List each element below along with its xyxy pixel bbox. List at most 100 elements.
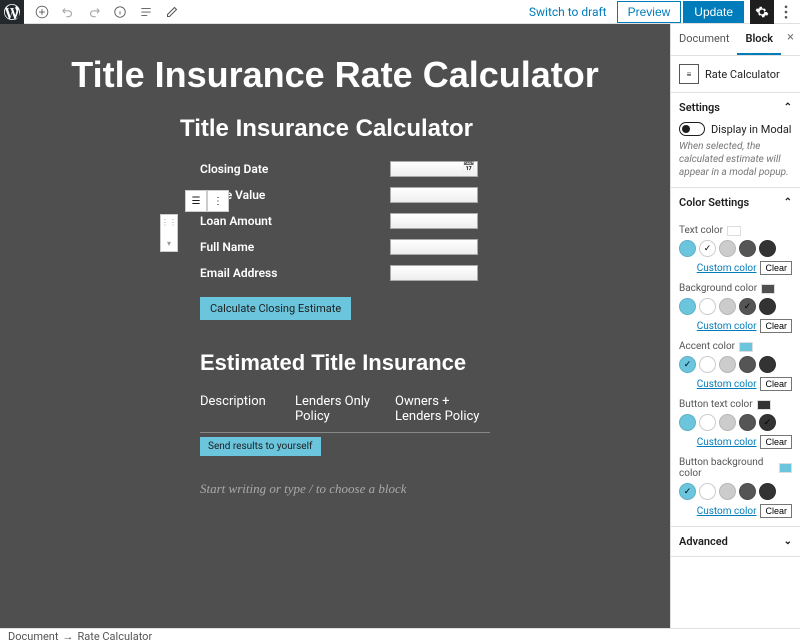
color-swatch[interactable] — [719, 298, 736, 315]
clear-color-button[interactable]: Clear — [760, 261, 792, 275]
tab-document[interactable]: Document — [671, 24, 737, 55]
tab-block[interactable]: Block — [737, 24, 781, 55]
color-swatch[interactable] — [719, 483, 736, 500]
color-group-label: Background color — [679, 283, 757, 294]
color-swatch[interactable] — [699, 414, 716, 431]
color-swatch[interactable] — [759, 298, 776, 315]
color-swatch[interactable] — [699, 356, 716, 373]
block-appender[interactable]: Start writing or type / to choose a bloc… — [200, 481, 630, 497]
closing-date-label: Closing Date — [200, 162, 390, 176]
advanced-panel-toggle[interactable]: Advanced⌄ — [679, 535, 792, 548]
close-sidebar-icon[interactable]: × — [787, 30, 794, 45]
settings-sidebar: Document Block × ≡ Rate Calculator Setti… — [670, 24, 800, 628]
clear-color-button[interactable]: Clear — [760, 319, 792, 333]
custom-color-link[interactable]: Custom color — [697, 379, 757, 390]
color-group-label: Button text color — [679, 399, 753, 410]
redo-icon[interactable] — [84, 2, 104, 22]
table-header-lenders: Lenders Only Policy — [295, 394, 395, 424]
breadcrumb-block[interactable]: Rate Calculator — [77, 630, 152, 643]
chevron-up-icon: ⌃ — [784, 197, 792, 208]
send-results-button[interactable]: Send results to yourself — [200, 437, 321, 456]
table-header-owners: Owners + Lenders Policy — [395, 394, 490, 424]
calculate-button[interactable]: Calculate Closing Estimate — [200, 297, 351, 320]
closing-date-input[interactable] — [390, 161, 478, 177]
full-name-input[interactable] — [390, 239, 478, 255]
add-block-icon[interactable] — [32, 2, 52, 22]
current-color-swatch — [779, 463, 792, 473]
table-header-description: Description — [200, 394, 295, 424]
block-toolbar: ☰ ⋮ — [185, 190, 229, 212]
editor-canvas[interactable]: Title Insurance Rate Calculator ☰ ⋮ ⋮⋮▾ … — [0, 24, 670, 628]
color-swatch[interactable] — [719, 414, 736, 431]
color-swatch[interactable] — [719, 356, 736, 373]
preview-button[interactable]: Preview — [617, 1, 682, 23]
block-more-icon[interactable]: ⋮ — [207, 190, 229, 212]
breadcrumb: Document → Rate Calculator — [0, 628, 800, 644]
update-button[interactable]: Update — [683, 1, 744, 23]
color-swatch[interactable] — [739, 356, 756, 373]
color-swatch[interactable] — [739, 298, 756, 315]
block-card-title: Rate Calculator — [705, 68, 780, 81]
color-swatch[interactable] — [719, 240, 736, 257]
page-title[interactable]: Title Insurance Rate Calculator — [40, 54, 630, 95]
block-card-icon: ≡ — [679, 64, 699, 84]
calculator-title: Title Insurance Calculator — [180, 115, 630, 143]
color-swatch[interactable] — [699, 483, 716, 500]
results-table: Description Lenders Only Policy Owners +… — [200, 394, 490, 433]
breadcrumb-document[interactable]: Document — [8, 630, 58, 643]
color-swatch[interactable] — [739, 483, 756, 500]
color-swatch[interactable] — [699, 298, 716, 315]
color-swatch[interactable] — [759, 414, 776, 431]
switch-to-draft-button[interactable]: Switch to draft — [521, 1, 615, 23]
info-icon[interactable] — [110, 2, 130, 22]
current-color-swatch — [727, 226, 741, 236]
color-swatch[interactable] — [679, 240, 696, 257]
color-swatch[interactable] — [679, 298, 696, 315]
color-swatch[interactable] — [679, 414, 696, 431]
settings-gear-icon[interactable] — [750, 0, 774, 24]
custom-color-link[interactable]: Custom color — [697, 437, 757, 448]
editor-topbar: Switch to draft Preview Update — [0, 0, 800, 24]
custom-color-link[interactable]: Custom color — [697, 506, 757, 517]
home-value-input[interactable] — [390, 187, 478, 203]
custom-color-link[interactable]: Custom color — [697, 321, 757, 332]
color-group-label: Text color — [679, 225, 723, 236]
more-options-icon[interactable] — [776, 0, 796, 24]
display-modal-toggle[interactable] — [679, 122, 705, 136]
color-swatch[interactable] — [739, 240, 756, 257]
wordpress-logo[interactable] — [0, 0, 24, 24]
loan-amount-label: Loan Amount — [200, 214, 390, 228]
outline-icon[interactable] — [136, 2, 156, 22]
clear-color-button[interactable]: Clear — [760, 504, 792, 518]
chevron-down-icon: ⌄ — [784, 536, 792, 547]
edit-icon[interactable] — [162, 2, 182, 22]
color-group-label: Accent color — [679, 341, 735, 352]
clear-color-button[interactable]: Clear — [760, 435, 792, 449]
color-group-label: Button background color — [679, 457, 775, 479]
color-swatch[interactable] — [759, 356, 776, 373]
undo-icon[interactable] — [58, 2, 78, 22]
full-name-label: Full Name — [200, 240, 390, 254]
clear-color-button[interactable]: Clear — [760, 377, 792, 391]
settings-panel-toggle[interactable]: Settings⌃ — [679, 101, 792, 114]
current-color-swatch — [757, 400, 771, 410]
color-swatch[interactable] — [679, 356, 696, 373]
block-type-icon[interactable]: ☰ — [185, 190, 207, 212]
current-color-swatch — [739, 342, 753, 352]
color-settings-toggle[interactable]: Color Settings⌃ — [679, 196, 792, 209]
color-swatch[interactable] — [759, 240, 776, 257]
current-color-swatch — [761, 284, 775, 294]
color-swatch[interactable] — [739, 414, 756, 431]
chevron-up-icon: ⌃ — [784, 102, 792, 113]
email-input[interactable] — [390, 265, 478, 281]
display-modal-help: When selected, the calculated estimate w… — [679, 140, 792, 179]
display-modal-label: Display in Modal — [711, 123, 791, 136]
custom-color-link[interactable]: Custom color — [697, 263, 757, 274]
color-swatch[interactable] — [679, 483, 696, 500]
estimate-title: Estimated Title Insurance — [200, 350, 630, 376]
block-mover[interactable]: ⋮⋮▾ — [160, 214, 178, 252]
loan-amount-input[interactable] — [390, 213, 478, 229]
color-swatch[interactable] — [699, 240, 716, 257]
email-label: Email Address — [200, 266, 390, 280]
color-swatch[interactable] — [759, 483, 776, 500]
